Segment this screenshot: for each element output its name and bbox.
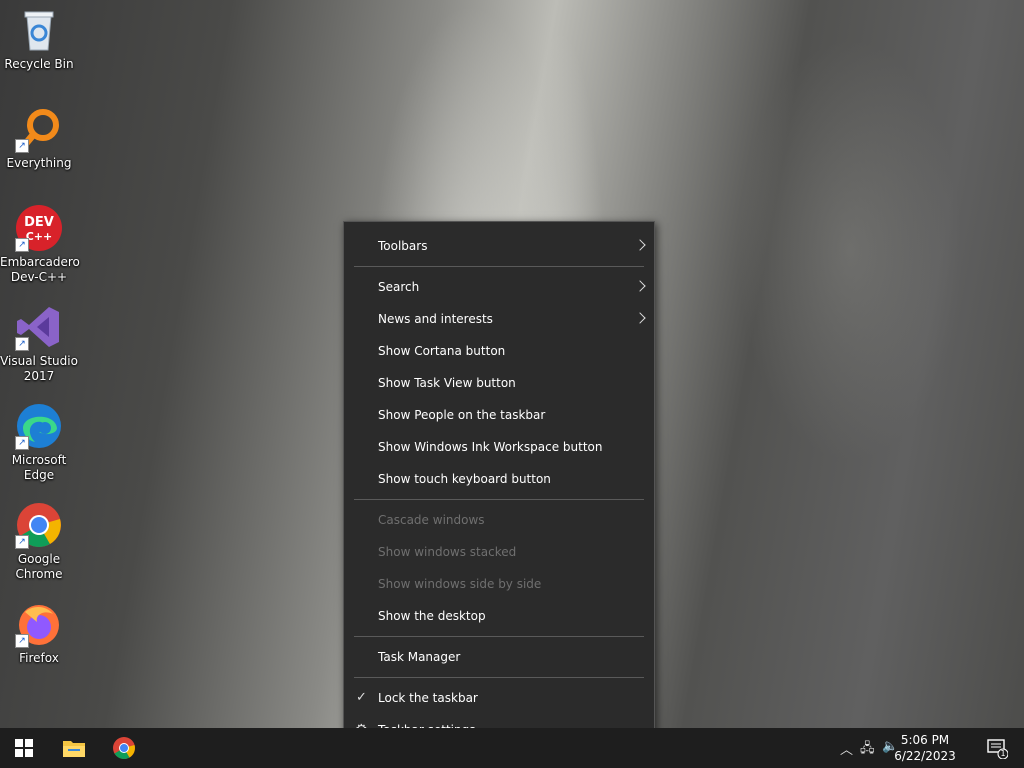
system-tray: ︿ 🖧 🔈 5:06 PM 6/22/2023 1 (824, 728, 1024, 768)
clock-time: 5:06 PM (900, 733, 950, 747)
menu-item-show-windows-stacked: Show windows stacked (344, 536, 654, 568)
menu-item-toolbars[interactable]: Toolbars (344, 230, 654, 262)
dev-cpp-icon: DEV C++ ↗ (15, 204, 63, 252)
menu-item-show-the-desktop[interactable]: Show the desktop (344, 600, 654, 632)
taskbar-file-explorer[interactable] (50, 728, 98, 768)
menu-item-news-and-interests[interactable]: News and interests (344, 303, 654, 335)
menu-item-label: Toolbars (378, 239, 428, 253)
clock[interactable]: 5:06 PM 6/22/2023 (885, 732, 965, 764)
network-icon[interactable]: 🖧 (860, 739, 875, 761)
menu-item-show-task-view-button[interactable]: Show Task View button (344, 367, 654, 399)
menu-item-show-windows-side-by-side: Show windows side by side (344, 568, 654, 600)
menu-item-label: Show Task View button (378, 376, 516, 390)
desktop-icon-visual-studio[interactable]: ↗ Visual Studio 2017 (0, 303, 78, 384)
menu-item-label: Show windows side by side (378, 577, 542, 591)
desktop-icon-everything[interactable]: ↗ Everything (0, 105, 78, 171)
menu-item-lock-the-taskbar[interactable]: ✓ Lock the taskbar (344, 682, 654, 714)
taskbar-chrome[interactable] (100, 728, 148, 768)
notification-count-badge: 1 (1000, 749, 1006, 758)
desktop-icon-label: Firefox (19, 651, 59, 665)
shortcut-arrow-icon: ↗ (15, 535, 29, 549)
menu-item-label: Task Manager (378, 650, 461, 664)
edge-icon: ↗ (15, 402, 63, 450)
shortcut-arrow-icon: ↗ (15, 337, 29, 351)
recycle-bin-icon (15, 6, 63, 54)
svg-text:C++: C++ (26, 230, 53, 243)
menu-item-task-manager[interactable]: Task Manager (344, 641, 654, 673)
menu-item-show-cortana-button[interactable]: Show Cortana button (344, 335, 654, 367)
menu-item-label: Show touch keyboard button (378, 472, 551, 486)
desktop-icon-label: Microsoft Edge (11, 453, 67, 482)
menu-item-label: Search (378, 280, 420, 294)
folder-icon (63, 741, 85, 757)
menu-item-cascade-windows: Cascade windows (344, 504, 654, 536)
menu-item-show-people[interactable]: Show People on the taskbar (344, 399, 654, 431)
visual-studio-icon: ↗ (15, 303, 63, 351)
menu-item-label: Cascade windows (378, 513, 485, 527)
clock-date: 6/22/2023 (894, 749, 956, 763)
desktop-icon-firefox[interactable]: ↗ Firefox (0, 600, 78, 666)
menu-separator (354, 266, 644, 267)
desktop-icon-edge[interactable]: ↗ Microsoft Edge (0, 402, 78, 483)
menu-item-label: Show Cortana button (378, 344, 506, 358)
svg-text:DEV: DEV (24, 215, 54, 230)
menu-separator (354, 636, 644, 637)
shortcut-arrow-icon: ↗ (15, 634, 29, 648)
desktop-icon-label: Google Chrome (15, 552, 63, 581)
menu-item-label: Show People on the taskbar (378, 408, 546, 422)
menu-item-label: Lock the taskbar (378, 691, 478, 705)
chrome-icon: ↗ (15, 501, 63, 549)
taskbar[interactable]: ︿ 🖧 🔈 5:06 PM 6/22/2023 1 (0, 728, 1024, 768)
menu-item-label: Show windows stacked (378, 545, 517, 559)
chevron-right-icon (634, 239, 646, 251)
menu-item-show-ink-workspace[interactable]: Show Windows Ink Workspace button (344, 431, 654, 463)
notification-center-button[interactable]: 1 (986, 737, 1009, 760)
firefox-icon: ↗ (15, 600, 63, 648)
desktop-icon-recycle-bin[interactable]: Recycle Bin (0, 6, 78, 72)
menu-separator (354, 677, 644, 678)
desktop-icon-chrome[interactable]: ↗ Google Chrome (0, 501, 78, 582)
desktop-icon-label: Recycle Bin (4, 57, 74, 71)
desktop-icon-label: Everything (6, 156, 72, 170)
start-button[interactable] (0, 728, 48, 768)
menu-separator (354, 499, 644, 500)
chrome-icon (113, 737, 135, 759)
menu-item-search[interactable]: Search (344, 271, 654, 303)
desktop-icon-label: Visual Studio 2017 (0, 354, 78, 383)
windows-logo-icon (15, 739, 33, 757)
shortcut-arrow-icon: ↗ (15, 436, 29, 450)
menu-item-show-touch-keyboard[interactable]: Show touch keyboard button (344, 463, 654, 495)
menu-item-label: News and interests (378, 312, 493, 326)
menu-item-label: Show Windows Ink Workspace button (378, 440, 603, 454)
shortcut-arrow-icon: ↗ (15, 139, 29, 153)
taskbar-context-menu: Toolbars Search News and interests Show … (343, 221, 655, 753)
checkmark-icon: ✓ (356, 690, 367, 705)
desktop-icon-dev-cpp[interactable]: DEV C++ ↗ Embarcadero Dev-C++ (0, 204, 80, 285)
desktop-icon-label: Embarcadero Dev-C++ (0, 255, 80, 284)
chevron-right-icon (634, 312, 646, 324)
shortcut-arrow-icon: ↗ (15, 238, 29, 252)
menu-item-label: Show the desktop (378, 609, 486, 623)
chevron-up-icon[interactable]: ︿ (840, 739, 853, 758)
everything-search-icon: ↗ (15, 105, 63, 153)
chevron-right-icon (634, 280, 646, 292)
